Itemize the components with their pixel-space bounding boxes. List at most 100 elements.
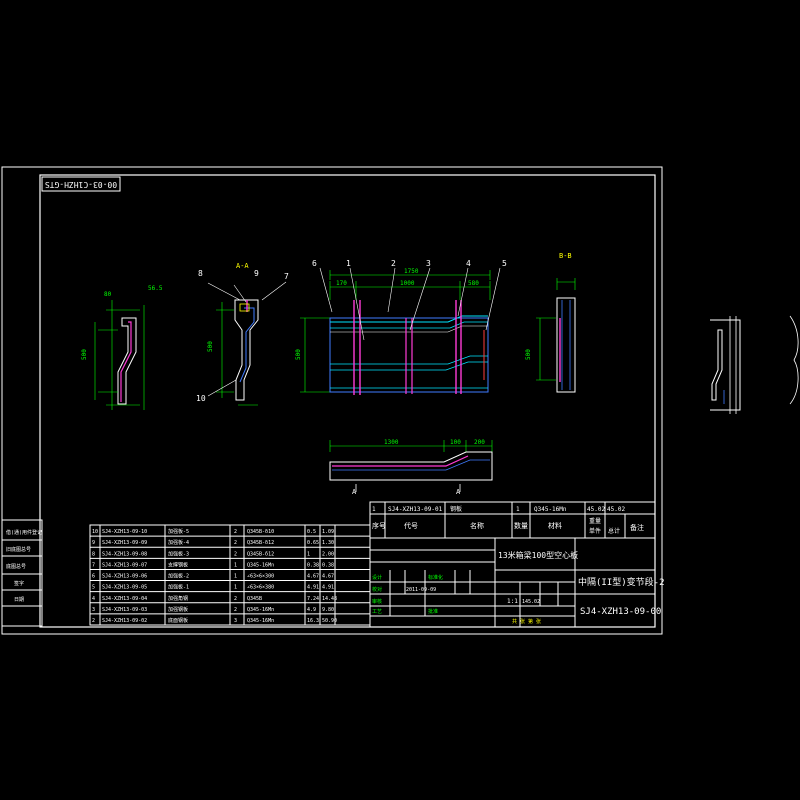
top-part-no: 1 [372,506,376,513]
top-part-code: SJ4-XZH13-09-01 [388,506,443,513]
parts-cell-name: 加强板-5 [168,528,189,535]
callout-9: 9 [254,269,259,278]
parts-cell-w1: 0.65 [307,540,319,546]
parts-cell-qty: 2 [234,607,237,613]
parts-cell-w1: 16.3 [307,618,319,624]
parts-cell-code: SJ4-XZH13-09-07 [102,562,147,568]
parts-cell-qty: 2 [234,596,237,602]
parts-cell-w2: 50.90 [322,618,337,624]
section-label-bb: B-B [559,252,572,260]
parts-cell-name: 加强板-1 [168,584,189,591]
callout-4: 4 [466,259,471,268]
dim-plan-b: 200 [474,439,485,446]
parts-cell-w2: 1.09 [322,529,334,535]
cad-drawing-sheet: 00-03-C1HZH-GTS 80 500 56.5 A-A 8 9 7 10… [0,0,800,800]
role-process: 工艺 [372,609,382,615]
title-block: 1 SJ4-XZH13-09-01 钢板 1 Q345-16Mn 45.02 4… [369,501,665,628]
dim-plan-a: 100 [450,439,461,446]
col-total: 总计 [608,527,620,535]
top-part-total-weight: 45.02 [607,506,625,513]
sheet-label: 共 张 第 张 [512,618,541,625]
parts-cell-w2: 0.38 [322,562,334,568]
callout-2: 2 [391,259,396,268]
parts-cell-w1: 0.5 [307,529,316,535]
parts-cell-code: SJ4-XZH13-09-04 [102,596,147,602]
drawing-code: SJ4-XZH13-09-00 [580,607,661,617]
parts-cell-qty: 1 [234,562,237,568]
side-label-2: 旧底图总号 [6,546,31,553]
section-view-bb: B-B 500 [525,252,576,393]
parts-cell-code: SJ4-XZH13-09-09 [102,540,147,546]
drawing-description: 13米箱梁100型空心板 [498,550,578,560]
col-material: 材料 [548,521,562,530]
drawing-canvas[interactable]: 00-03-C1HZH-GTS 80 500 56.5 A-A 8 9 7 10… [0,0,800,800]
col-name: 名称 [470,521,484,530]
section-view-left: 80 500 56.5 [81,285,163,410]
parts-cell-qty: 1 [234,574,237,580]
parts-cell-w1: 4.9 [307,607,316,613]
dim-plan-long: 1300 [384,439,399,446]
parts-cell-w1: 0.38 [307,562,319,568]
callout-1: 1 [346,259,351,268]
parts-cell-name: 加强板-4 [168,539,189,546]
parts-cell-name: 支撑钢板 [168,561,188,568]
header-code: 00-03-C1HZH-GTS [45,180,117,189]
dim-height-aa: 500 [207,341,214,352]
role-check: 校对 [372,586,382,593]
col-unit: 单件 [589,527,601,535]
parts-cell-w1: 4.91 [307,585,319,591]
parts-cell-w1: 7.24 [307,596,319,602]
approval-date: 2011-09-09 [406,587,436,593]
callout-5: 5 [502,259,507,268]
parts-cell-name: 加强板-2 [168,573,189,580]
role-approve: 批准 [428,608,438,615]
parts-cell-w1: 4.67 [307,574,319,580]
parts-cell-no: 5 [92,585,95,591]
dim-height-left: 500 [81,349,88,360]
callout-8: 8 [198,269,203,278]
parts-cell-code: SJ4-XZH13-09-06 [102,574,147,580]
parts-cell-no: 4 [92,596,95,602]
side-label-5: 日期 [14,597,24,603]
role-design: 设计 [372,574,382,581]
parts-cell-no: 6 [92,574,95,580]
parts-cell-code: SJ4-XZH13-09-02 [102,618,147,624]
section-view-aa: A-A 8 9 7 10 500 [196,262,289,406]
top-part-material: Q345-16Mn [534,506,567,513]
role-standard: 标准化 [428,574,443,581]
parts-cell-w2: 1.30 [322,540,334,546]
dim-small1: 80 [104,291,112,298]
parts-cell-mat: Q345B-δ12 [247,540,274,546]
side-label-3: 底图总号 [6,563,26,570]
parts-cell-qty: 3 [234,618,237,624]
main-elevation-view: 170 1000 580 1750 500 1 2 3 4 5 6 [295,259,507,395]
total-weight: 145.02 [522,599,540,605]
parts-cell-mat: Q345B [247,596,262,602]
section-label-aa: A-A [236,262,249,270]
dim-top-left: 170 [336,280,347,287]
side-label-4: 签字 [14,580,24,587]
plan-view: 1300 100 200 A A [329,439,493,496]
parts-cell-mat: ∠63×6×300 [247,574,274,580]
parts-cell-mat: Q345-16Mn [247,562,274,568]
parts-cell-w1: 1 [307,551,310,557]
col-weight: 重量 [589,517,601,525]
callout-7: 7 [284,272,289,281]
parts-cell-mat: Q345B-δ10 [247,529,274,535]
parts-cell-mat: Q345B-δ12 [247,551,274,557]
parts-cell-mat: ∠63×6×380 [247,585,274,591]
parts-cell-w2: 14.48 [322,596,337,602]
parts-cell-qty: 1 [234,585,237,591]
parts-cell-w2: 2.00 [322,551,334,557]
top-part-qty: 1 [516,506,520,513]
parts-cell-no: 10 [92,529,98,535]
parts-cell-name: 加强角钢 [168,595,188,602]
drawing-title: 中隔(II型)变节段-2 [578,576,665,588]
parts-cell-name: 加强钢板 [168,606,188,613]
col-remark: 备注 [630,523,644,532]
dim-top-total: 1750 [404,268,419,275]
parts-cell-w2: 4.91 [322,585,334,591]
parts-cell-qty: 2 [234,551,237,557]
parts-cell-code: SJ4-XZH13-09-10 [102,529,147,535]
parts-cell-no: 2 [92,618,95,624]
